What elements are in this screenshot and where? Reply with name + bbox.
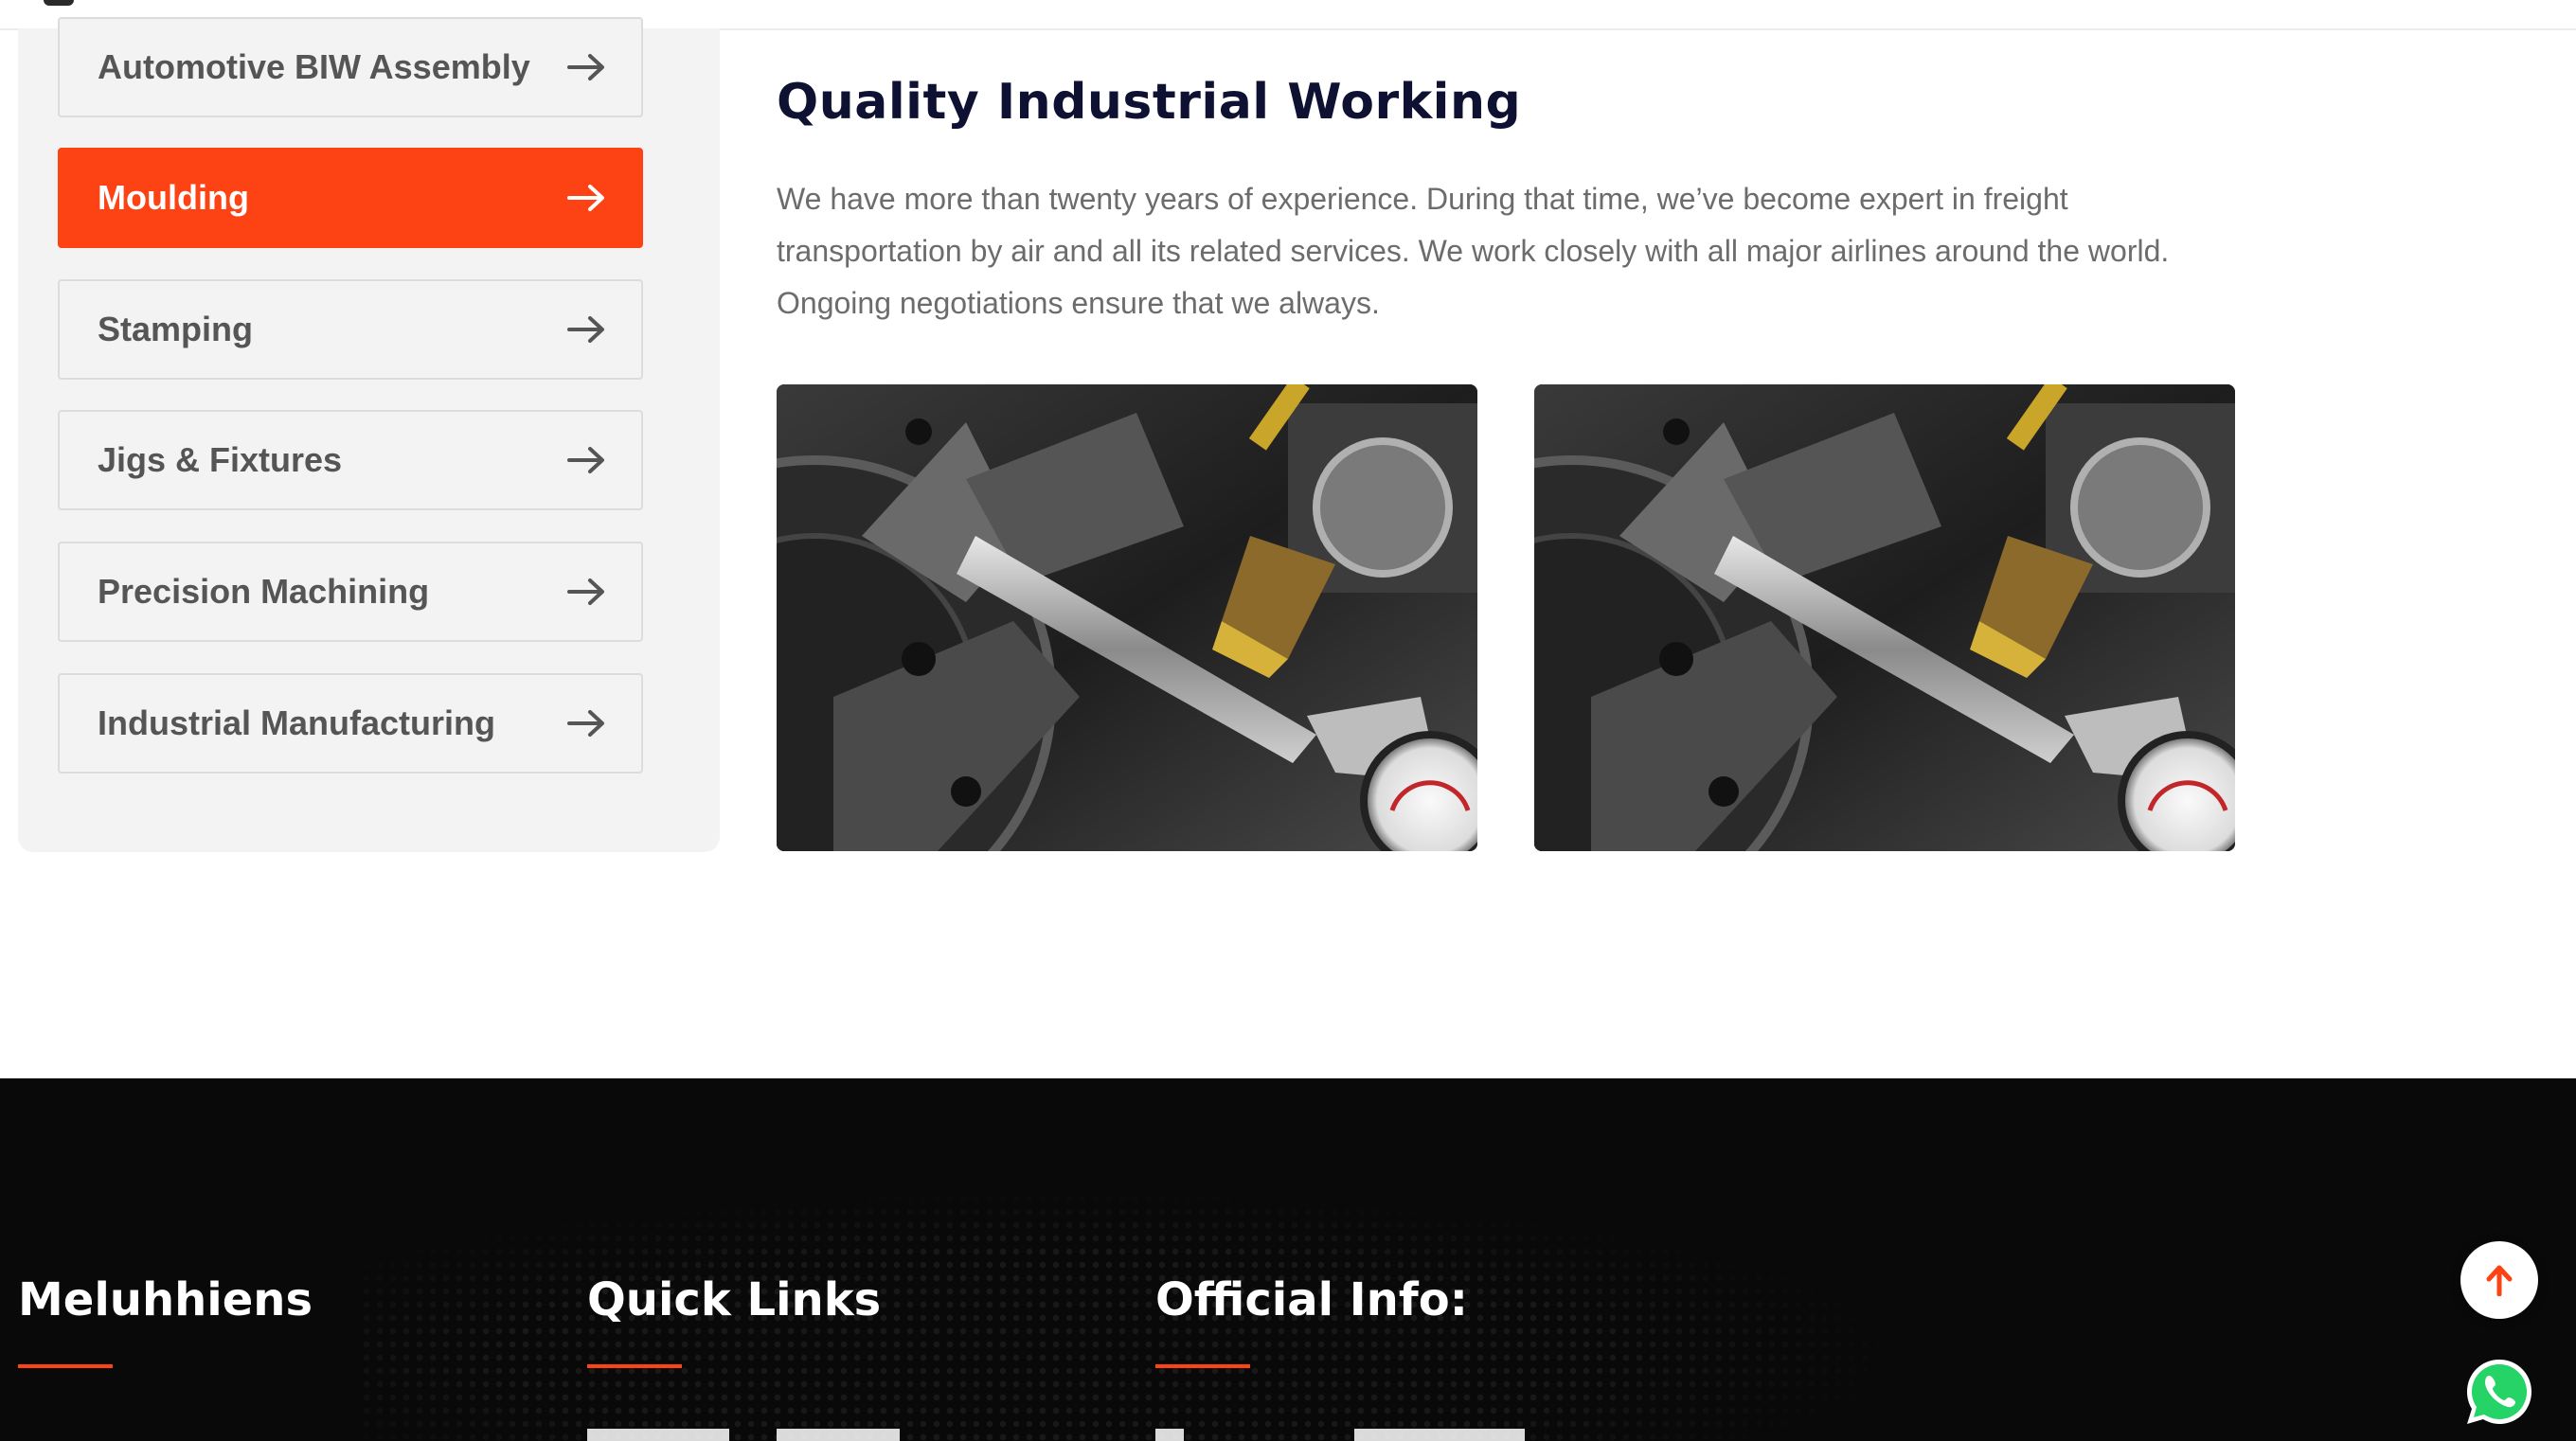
arrow-right-icon (567, 447, 604, 473)
sidebar-item-automotive-biw-assembly[interactable]: Automotive BIW Assembly (58, 17, 643, 117)
arrow-up-icon (2486, 1265, 2513, 1296)
footer-heading-underline (587, 1364, 682, 1368)
footer-heading-underline (1155, 1364, 1250, 1368)
sidebar-item-label: Industrial Manufacturing (98, 703, 496, 742)
sidebar-item-label: Jigs & Fixtures (98, 440, 343, 479)
logo-icon[interactable] (44, 0, 74, 6)
arrow-right-icon (567, 54, 604, 80)
arrow-right-icon (567, 316, 604, 343)
arrow-right-icon (567, 185, 604, 211)
sidebar-item-label: Automotive BIW Assembly (98, 47, 530, 86)
footer-quick-links-heading: Quick Links (587, 1273, 882, 1326)
sidebar-item-moulding[interactable]: Moulding (58, 148, 643, 248)
arrow-right-icon (567, 578, 604, 605)
footer-heading-underline (18, 1364, 113, 1368)
sidebar-item-jigs-fixtures[interactable]: Jigs & Fixtures (58, 410, 643, 510)
sidebar-item-label: Precision Machining (98, 572, 430, 611)
sidebar-item-industrial-manufacturing[interactable]: Industrial Manufacturing (58, 673, 643, 774)
machining-image-1 (777, 384, 1477, 851)
footer-official-info-heading: Official Info: (1155, 1273, 1468, 1326)
arrow-right-icon (567, 710, 604, 737)
sidebar-item-stamping[interactable]: Stamping (58, 279, 643, 380)
whatsapp-icon[interactable] (2463, 1356, 2535, 1428)
footer-link-partial[interactable] (777, 1429, 900, 1441)
sidebar-item-label: Stamping (98, 310, 254, 348)
page-title: Quality Industrial Working (777, 74, 1522, 131)
back-to-top-button[interactable] (2460, 1241, 2538, 1319)
sidebar-item-precision-machining[interactable]: Precision Machining (58, 542, 643, 642)
footer-link-partial[interactable] (587, 1429, 729, 1441)
footer-info-icon-partial (1155, 1429, 1184, 1441)
footer-brand-heading: Meluhhiens (18, 1273, 313, 1326)
footer-info-text-partial (1354, 1429, 1525, 1441)
service-description: We have more than twenty years of experi… (777, 182, 2170, 320)
site-footer: Meluhhiens Quick Links Official Info: (0, 1078, 2576, 1441)
sidebar-item-label: Moulding (98, 178, 249, 217)
machining-image-2 (1534, 384, 2235, 851)
